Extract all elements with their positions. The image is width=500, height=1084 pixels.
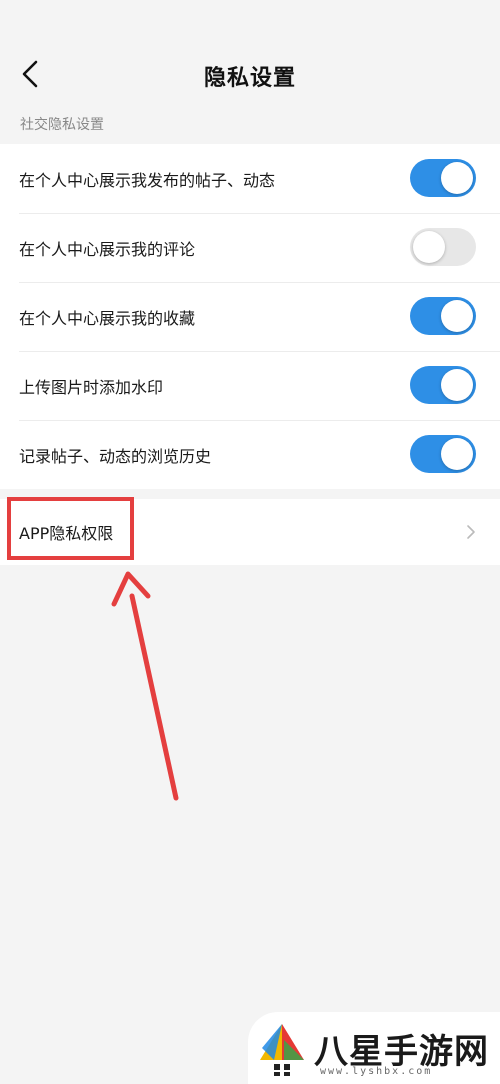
site-watermark: 八星手游网 www.lyshbx.com — [248, 1012, 500, 1084]
posts-toggle[interactable] — [410, 159, 476, 197]
page-title: 隐私设置 — [203, 66, 296, 91]
section-label: 社交隐私设置 — [20, 117, 104, 133]
history-toggle[interactable] — [410, 435, 476, 473]
setting-row-comments: 在个人中心展示我的评论 — [0, 213, 500, 282]
toggle-knob — [441, 438, 473, 470]
setting-label: 记录帖子、动态的浏览历史 — [19, 446, 212, 466]
setting-row-history: 记录帖子、动态的浏览历史 — [0, 420, 500, 489]
setting-label: 在个人中心展示我的收藏 — [19, 308, 196, 328]
comments-toggle[interactable] — [410, 228, 476, 266]
setting-row-posts: 在个人中心展示我发布的帖子、动态 — [0, 144, 500, 213]
setting-row-watermark: 上传图片时添加水印 — [0, 351, 500, 420]
toggle-knob — [441, 369, 473, 401]
setting-label: 上传图片时添加水印 — [19, 377, 164, 397]
setting-label: 在个人中心展示我发布的帖子、动态 — [19, 170, 276, 190]
brand-logo-icon — [260, 1024, 304, 1076]
toggle-knob — [413, 231, 445, 263]
settings-list: 在个人中心展示我发布的帖子、动态 在个人中心展示我的评论 在个人中心展示我的收藏… — [0, 144, 500, 489]
favorites-toggle[interactable] — [410, 297, 476, 335]
setting-label: 在个人中心展示我的评论 — [19, 239, 196, 259]
watermark-toggle[interactable] — [410, 366, 476, 404]
watermark-url: www.lyshbx.com — [320, 1066, 433, 1077]
highlight-annotation-box — [7, 497, 134, 560]
chevron-right-icon — [467, 525, 475, 539]
toggle-knob — [441, 300, 473, 332]
toggle-knob — [441, 162, 473, 194]
annotation-arrow-icon — [111, 571, 179, 801]
header: 隐私设置 — [0, 0, 500, 110]
setting-row-favorites: 在个人中心展示我的收藏 — [0, 282, 500, 351]
